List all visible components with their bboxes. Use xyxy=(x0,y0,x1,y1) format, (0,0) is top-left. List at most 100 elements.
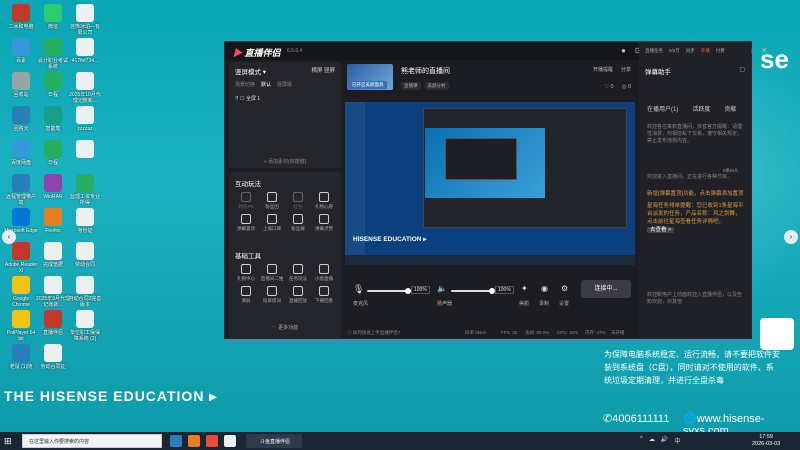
desktop-icon[interactable]: 日程 xyxy=(36,72,70,98)
view-task-link[interactable]: 去查看 > xyxy=(647,227,675,233)
taskbar-search-input[interactable]: 在这里输入你要搜索的内容 xyxy=(22,434,162,448)
desktop-icon[interactable]: 劳动合同征 xyxy=(36,344,70,370)
mode-select[interactable]: 竖屏模式 ▾ xyxy=(235,66,266,76)
record-label: 录制 xyxy=(539,301,550,307)
desktop-icon[interactable]: Firefox xyxy=(36,208,70,234)
speaker-volume-slider[interactable] xyxy=(451,290,491,292)
desktop-icon[interactable]: 回购元 xyxy=(4,106,38,132)
record-icon[interactable]: ◉ xyxy=(541,284,548,293)
tab-activity[interactable]: 活跃度 xyxy=(692,104,710,113)
mic-volume-slider[interactable] xyxy=(367,290,407,292)
tool-button[interactable]: 弹幕置顶 xyxy=(233,214,259,232)
tool-button[interactable]: 礼物中心 xyxy=(233,264,259,282)
desktop-icon[interactable]: PotPlayer 64 bit xyxy=(4,310,38,342)
desktop-icon[interactable]: zzzzaz xyxy=(68,106,102,132)
top-stat[interactable]: 同步 xyxy=(686,48,695,54)
desktop-icon[interactable]: Adobe Reader XI xyxy=(4,242,38,274)
top-stat[interactable]: 开播 xyxy=(701,48,710,54)
share-button[interactable]: 分享 xyxy=(621,66,631,73)
scene-tab[interactable]: 默认 xyxy=(261,81,271,88)
room-title[interactable]: 熊老师的直播间 xyxy=(401,66,450,76)
explorer-taskbar-icon[interactable] xyxy=(224,435,236,447)
desktop-icon[interactable]: Google Chrome xyxy=(4,276,38,308)
active-app-taskbar[interactable]: 斗鱼直播伴侣 xyxy=(246,434,302,448)
settings-label: 设置 xyxy=(559,301,570,307)
desktop-icon[interactable]: 智能笔 xyxy=(36,106,70,132)
chevron-left-icon[interactable]: ‹ xyxy=(2,230,16,244)
desktop-icon[interactable]: 百素 xyxy=(4,38,38,64)
tool-button[interactable]: 粉丝团 xyxy=(259,192,285,210)
desktop-icon[interactable]: 2025年10月代理记账新... xyxy=(68,72,102,104)
beauty-mask-button[interactable]: 已开启美颜面具 xyxy=(349,81,387,89)
tool-button[interactable]: 下播回看 xyxy=(311,286,337,304)
desktop-icon[interactable]: 完成值据 xyxy=(36,242,70,268)
desktop-icon[interactable]: 身份证 xyxy=(68,208,102,234)
scene-tab[interactable]: 竖屏版 xyxy=(277,81,292,88)
desktop-icon[interactable]: 远程管理带户端 xyxy=(4,174,38,206)
speaker-icon[interactable]: 🔈 xyxy=(437,284,447,293)
taskbar-clock[interactable]: 17:59 2026-03-03 xyxy=(752,434,780,448)
cloud-icon[interactable]: ☁ xyxy=(649,436,655,445)
desktop-icon[interactable]: 百度网盘 xyxy=(4,140,38,166)
tool-button[interactable]: 礼物心愿 xyxy=(311,192,337,210)
tool-button[interactable]: 任务玩法 xyxy=(285,264,311,282)
desktop-icon[interactable]: 二水和电脑 xyxy=(4,4,38,30)
desktop-icon[interactable]: 劳动合同2完善版本 xyxy=(68,276,102,308)
desktop-icon[interactable]: 监理工资专业所得 xyxy=(68,174,102,206)
tool-button[interactable]: 跨房PK xyxy=(233,192,259,210)
desktop-icon[interactable]: 老鼠 (1)随 xyxy=(4,344,38,370)
beauty-icon[interactable]: ✦ xyxy=(521,284,528,293)
microphone-icon[interactable]: 🎙 xyxy=(353,284,364,295)
help-link[interactable]: ⓘ 如何快速上手直播伴侣? xyxy=(347,330,400,336)
tool-button[interactable]: 上墙口碑 xyxy=(259,214,285,232)
windows-start-icon[interactable]: ⊞ xyxy=(4,436,12,447)
tool-icon xyxy=(319,286,329,296)
browser-taskbar-icon[interactable] xyxy=(206,435,218,447)
scene-tab[interactable]: 场景切换 xyxy=(235,81,255,88)
connect-button[interactable]: 连接中... xyxy=(581,280,631,298)
more-functions-button[interactable]: ⋯ 更多功能 xyxy=(229,324,341,331)
volume-icon[interactable]: 🔊 xyxy=(661,436,668,445)
top-stat[interactable]: 付费 xyxy=(716,48,725,54)
tray-expand-icon[interactable]: ^ xyxy=(640,436,643,445)
tool-button[interactable]: 弹幕点赞 xyxy=(311,214,337,232)
close-icon[interactable]: ✕ xyxy=(761,46,768,55)
room-tag[interactable]: 美颜分村 xyxy=(424,82,449,90)
avatar-icon[interactable]: ● xyxy=(621,46,626,55)
desktop-icon[interactable]: 涟熊冰珀—有限公司 xyxy=(68,4,102,36)
mode-toggle[interactable]: 横屏 竖屏 xyxy=(311,66,335,74)
tool-icon xyxy=(241,192,251,202)
firefox-taskbar-icon[interactable] xyxy=(188,435,200,447)
desktop-icon[interactable]: WinRAR xyxy=(36,174,70,200)
tab-contribution[interactable]: 贡献 xyxy=(724,104,736,113)
stream-preview[interactable]: HISENSE EDUCATION ▸ xyxy=(345,102,635,265)
desktop-icon[interactable] xyxy=(68,140,102,160)
tab-online-users[interactable]: 在播用户(1) xyxy=(647,104,678,113)
chevron-right-icon[interactable]: › xyxy=(784,230,798,244)
tool-button[interactable]: 粉丝群 xyxy=(285,214,311,232)
ime-icon[interactable]: 中 xyxy=(674,436,680,445)
tool-button[interactable]: 直播间二维 xyxy=(259,264,285,282)
desktop-icon[interactable]: 直播伴侣 xyxy=(36,310,70,336)
settings-icon[interactable]: ⚙ xyxy=(561,284,568,293)
tool-button[interactable]: 红包 xyxy=(285,192,311,210)
tool-button[interactable]: 直播回放 xyxy=(285,286,311,304)
live-reminder-button[interactable]: 开播提醒 xyxy=(593,66,613,73)
desktop-icon[interactable]: 回收站 xyxy=(4,72,38,98)
popout-icon[interactable]: ▢ xyxy=(739,66,745,73)
tool-button[interactable]: 投屏提词 xyxy=(259,286,285,304)
add-source-button[interactable]: + 添加素材(快捷键) xyxy=(235,158,335,165)
assistant-avatar-icon[interactable] xyxy=(760,318,794,350)
desktop-icon[interactable]: 会计职业考试系统 xyxy=(36,38,70,70)
desktop-icon[interactable]: 日程 xyxy=(36,140,70,166)
desktop-icon[interactable]: 2025年9月代理记账新... xyxy=(36,276,70,308)
desktop-icon[interactable]: 单位职工保保障系统 (2) xyxy=(68,310,102,342)
source-item[interactable]: ⠿ ☐ 全屏 1 xyxy=(235,95,260,102)
desktop-icon[interactable]: 微信 xyxy=(36,4,70,30)
desktop-icon[interactable]: 417fef734... xyxy=(68,38,102,64)
tool-button[interactable]: 小窗直播 xyxy=(311,264,337,282)
taskview-icon[interactable] xyxy=(170,435,182,447)
desktop-icon[interactable]: 劳动合同 xyxy=(68,242,102,268)
tool-button[interactable]: 清屏 xyxy=(233,286,259,304)
room-tag[interactable]: 直播课 xyxy=(401,82,421,90)
